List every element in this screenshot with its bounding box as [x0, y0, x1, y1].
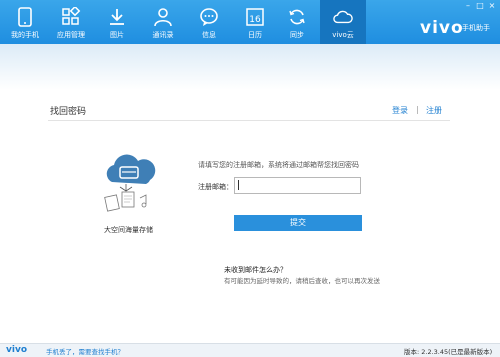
window-controls: – □ × [464, 2, 496, 10]
top-nav-bar: 我的手机 应用管理 图片 通讯录 信息 16 日历 同步 vivo云 – □ ×… [0, 0, 500, 44]
link-separator: | [416, 105, 419, 114]
apps-grid-icon [61, 6, 81, 28]
brand-logo: vivo [420, 18, 464, 38]
header-background [0, 44, 500, 90]
brand-subtitle: 手机助手 [462, 24, 490, 32]
form-hint: 请填写您的注册邮箱，系统将通过邮箱帮您找回密码 [198, 161, 359, 169]
header-divider [48, 120, 450, 121]
help-answer: 有可能因为延时导致的，请稍后查收，也可以再次发送 [224, 277, 380, 285]
help-question: 未收到邮件怎么办？ [224, 266, 287, 274]
message-bubble-icon [199, 6, 219, 28]
calendar-icon: 16 [245, 6, 265, 28]
find-phone-link[interactable]: 手机丢了，需要查找手机？ [46, 346, 124, 356]
illustration-caption: 大空间海量存储 [104, 226, 153, 234]
cloud-storage-illustration [98, 152, 162, 222]
nav-my-phone[interactable]: 我的手机 [2, 0, 48, 44]
email-label: 注册邮箱： [198, 183, 233, 191]
maximize-button[interactable]: □ [476, 2, 484, 10]
nav-vivo-cloud[interactable]: vivo云 [320, 0, 366, 44]
nav-pictures[interactable]: 图片 [94, 0, 140, 44]
cloud-icon [333, 6, 353, 28]
status-logo: vivo [6, 345, 28, 355]
contact-person-icon [153, 6, 173, 28]
minimize-button[interactable]: – [464, 2, 472, 10]
download-icon [107, 6, 127, 28]
nav-sync[interactable]: 同步 [274, 0, 320, 44]
text-caret [238, 180, 239, 190]
version-label: 版本: 2.2.3.45(已是最新版本) [404, 348, 493, 356]
register-link[interactable]: 注册 [426, 105, 442, 116]
nav-messages[interactable]: 信息 [186, 0, 232, 44]
close-button[interactable]: × [488, 2, 496, 10]
nav-contacts[interactable]: 通讯录 [140, 0, 186, 44]
page-title: 找回密码 [50, 107, 87, 117]
calendar-day-number: 16 [249, 15, 261, 25]
email-input[interactable] [234, 177, 361, 194]
nav-calendar[interactable]: 16 日历 [232, 0, 278, 44]
phone-icon [15, 6, 35, 28]
submit-button[interactable]: 提交 [234, 215, 362, 231]
login-link[interactable]: 登录 [392, 105, 408, 116]
sync-icon [287, 6, 307, 28]
nav-app-management[interactable]: 应用管理 [48, 0, 94, 44]
